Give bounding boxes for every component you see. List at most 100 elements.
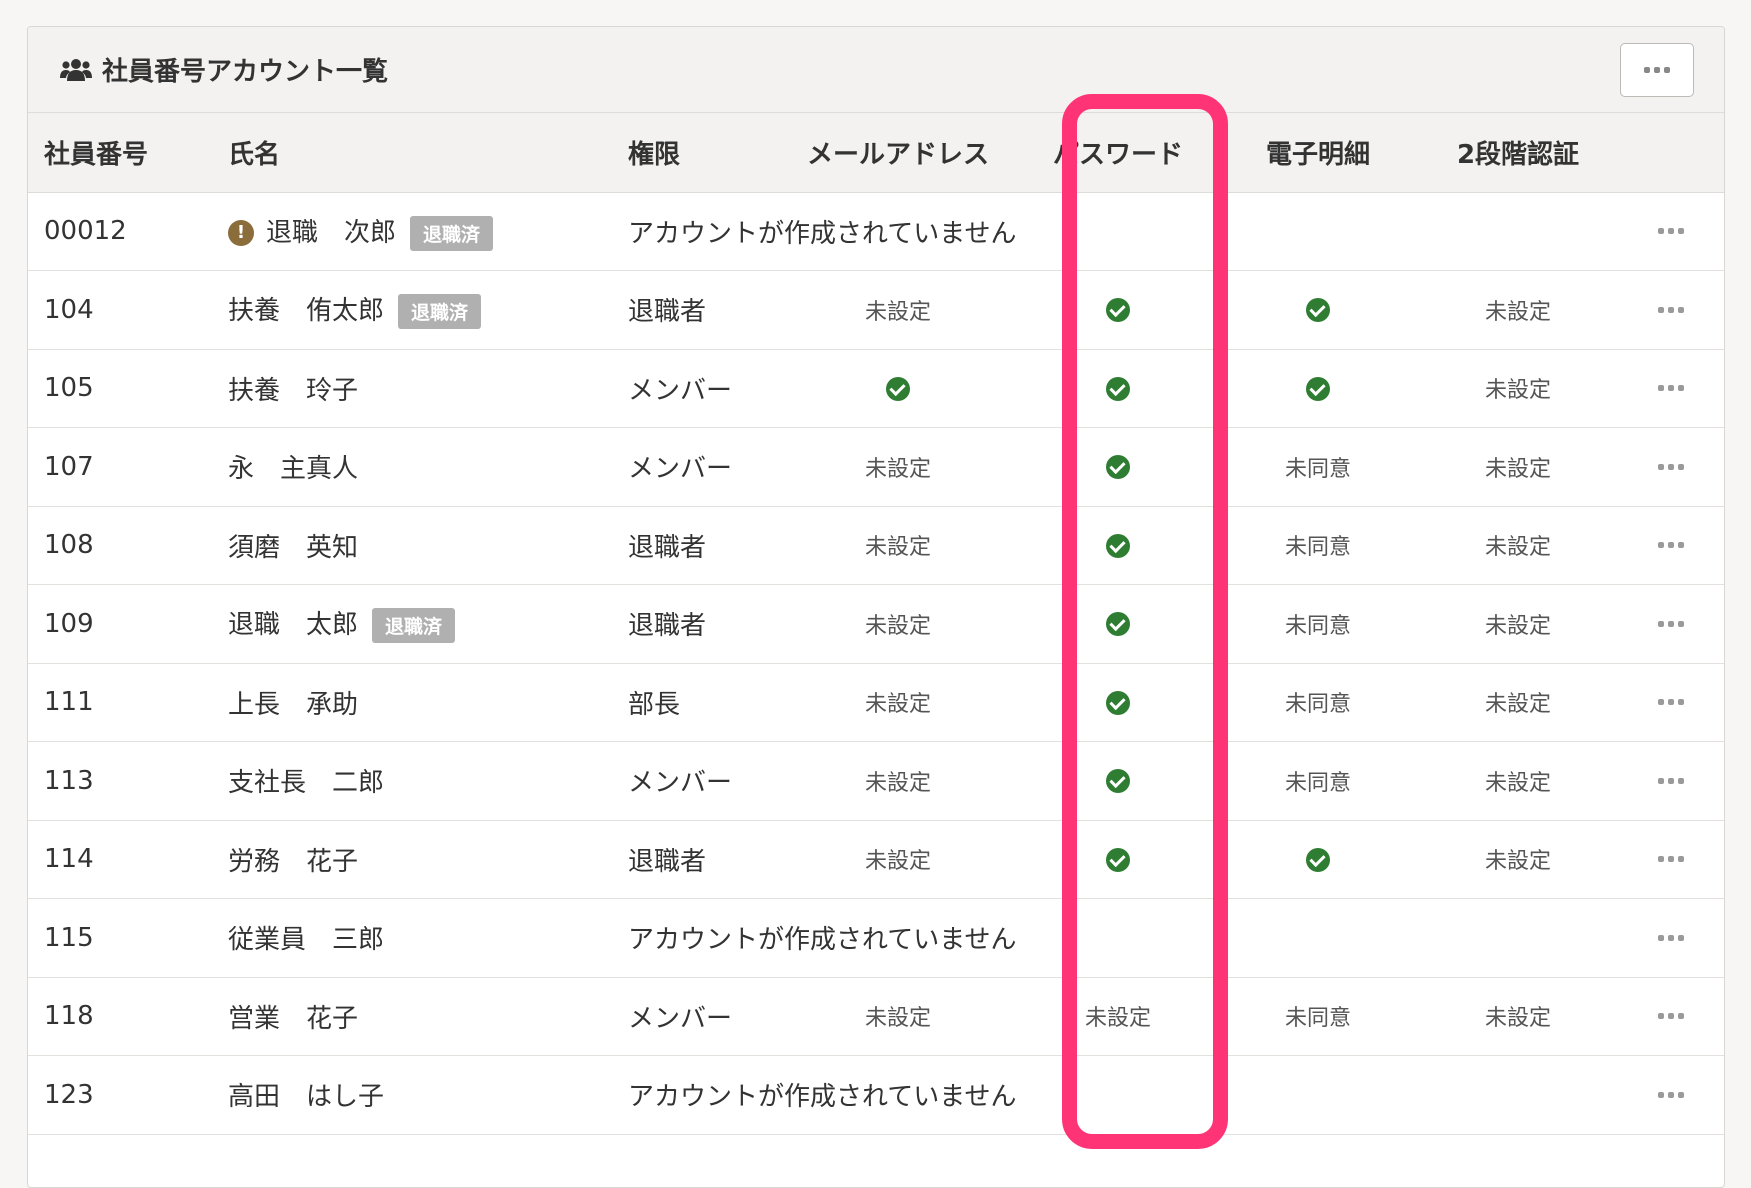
check-icon xyxy=(1306,376,1330,401)
row-menu-button[interactable] xyxy=(1618,977,1724,1056)
warning-icon: ! xyxy=(228,220,254,247)
row-menu-button[interactable] xyxy=(1618,428,1724,507)
employee-name: 従業員 三郎 xyxy=(228,925,385,956)
employee-id: 115 xyxy=(44,922,94,953)
row-menu-button[interactable] xyxy=(1618,271,1724,350)
check-icon xyxy=(1106,847,1130,872)
status-text: 未同意 xyxy=(1284,456,1351,482)
retired-badge: 退職済 xyxy=(372,608,456,644)
row-menu-button[interactable] xyxy=(1618,663,1724,742)
ellipsis-icon xyxy=(1618,934,1724,941)
employee-name: 支社長 二郎 xyxy=(228,768,385,799)
email-status: 未設定 xyxy=(778,742,1018,821)
employee-name: 労務 花子 xyxy=(228,846,359,877)
col-2fa[interactable]: 2段階認証 xyxy=(1418,113,1618,192)
password-status xyxy=(1018,742,1218,821)
status-text: 未同意 xyxy=(1284,613,1351,639)
table-row[interactable]: 113 支社長 二郎 メンバー 未設定 未同意 未設定 xyxy=(28,742,1724,821)
email-status: 未設定 xyxy=(778,977,1018,1056)
col-email[interactable]: メールアドレス xyxy=(778,113,1018,192)
col-name[interactable]: 氏名 xyxy=(228,113,628,192)
panel-menu-button[interactable] xyxy=(1620,43,1694,97)
table-row[interactable]: 123 高田 はし子 アカウントが作成されていません xyxy=(28,1056,1724,1135)
table-row[interactable]: 108 須磨 英知 退職者 未設定 未同意 未設定 xyxy=(28,506,1724,585)
employee-id: 107 xyxy=(44,451,94,482)
employee-name-cell: 扶養 玲子 xyxy=(228,349,628,428)
employee-id: 104 xyxy=(44,294,94,325)
row-menu-button[interactable] xyxy=(1618,899,1724,978)
status-text: 未設定 xyxy=(864,770,931,796)
ellipsis-icon xyxy=(1618,228,1724,235)
table-row[interactable]: 111 上長 承助 部長 未設定 未同意 未設定 xyxy=(28,663,1724,742)
accounts-table: 社員番号 氏名 権限 メールアドレス パスワード 電子明細 2段階認証 0001… xyxy=(28,113,1724,1135)
col-employee-id[interactable]: 社員番号 xyxy=(28,113,228,192)
status-text: 未同意 xyxy=(1284,1006,1351,1032)
col-role[interactable]: 権限 xyxy=(628,113,778,192)
table-row[interactable]: 107 永 主真人 メンバー 未設定 未同意 未設定 xyxy=(28,428,1724,507)
employee-name-cell: 営業 花子 xyxy=(228,977,628,1056)
employee-id: 00012 xyxy=(44,216,127,247)
row-menu-button[interactable] xyxy=(1618,1056,1724,1135)
status-text: 未設定 xyxy=(1484,456,1551,482)
check-icon xyxy=(1106,376,1130,401)
status-text: 未設定 xyxy=(864,299,931,325)
row-menu-button[interactable] xyxy=(1618,192,1724,271)
table-row[interactable]: 118 営業 花子 メンバー 未設定 未設定 未同意 未設定 xyxy=(28,977,1724,1056)
col-password[interactable]: パスワード xyxy=(1018,113,1218,192)
table-row[interactable]: 105 扶養 玲子 メンバー 未設定 xyxy=(28,349,1724,428)
email-status: 未設定 xyxy=(778,506,1018,585)
row-menu-button[interactable] xyxy=(1618,506,1724,585)
role: 退職者 xyxy=(628,611,707,642)
role: メンバー xyxy=(628,375,733,406)
table-row[interactable]: 104 扶養 侑太郎 退職済 退職者 未設定 未設定 xyxy=(28,271,1724,350)
email-status xyxy=(778,349,1018,428)
employee-name: 営業 花子 xyxy=(228,1003,359,1034)
row-menu-button[interactable] xyxy=(1618,742,1724,821)
status-text: 未設定 xyxy=(864,849,931,875)
row-menu-button[interactable] xyxy=(1618,820,1724,899)
check-icon xyxy=(1106,298,1130,323)
payslip-status: 未同意 xyxy=(1218,506,1418,585)
status-text: 未同意 xyxy=(1284,535,1351,561)
status-text: 未設定 xyxy=(864,692,931,718)
email-status: 未設定 xyxy=(778,820,1018,899)
payslip-status xyxy=(1218,271,1418,350)
employee-name: 扶養 玲子 xyxy=(228,375,359,406)
2fa-status: 未設定 xyxy=(1418,271,1618,350)
table-row[interactable]: 00012! 退職 次郎 退職済 アカウントが作成されていません xyxy=(28,192,1724,271)
password-status: 未設定 xyxy=(1018,977,1218,1056)
no-account-text: アカウントが作成されていません xyxy=(628,925,1017,956)
status-text: 未設定 xyxy=(864,613,931,639)
employee-id: 123 xyxy=(44,1079,94,1110)
ellipsis-icon xyxy=(1618,1091,1724,1098)
check-icon xyxy=(1306,298,1330,323)
employee-id: 111 xyxy=(44,687,94,718)
table-row[interactable]: 109 退職 太郎 退職済 退職者 未設定 未同意 未設定 xyxy=(28,585,1724,664)
ellipsis-icon xyxy=(1618,306,1724,313)
employee-name: 高田 はし子 xyxy=(228,1082,385,1113)
status-text: 未設定 xyxy=(1484,849,1551,875)
row-menu-button[interactable] xyxy=(1618,585,1724,664)
email-status: 未設定 xyxy=(778,585,1018,664)
email-status: 未設定 xyxy=(778,663,1018,742)
email-status: 未設定 xyxy=(778,428,1018,507)
status-text: 未設定 xyxy=(1484,692,1551,718)
row-menu-button[interactable] xyxy=(1618,349,1724,428)
ellipsis-icon xyxy=(1618,699,1724,706)
2fa-status: 未設定 xyxy=(1418,349,1618,428)
role: 部長 xyxy=(628,689,681,720)
payslip-status xyxy=(1218,349,1418,428)
no-account-text: アカウントが作成されていません xyxy=(628,1082,1017,1113)
users-icon xyxy=(60,58,92,81)
role: 退職者 xyxy=(628,297,707,328)
col-payslip[interactable]: 電子明細 xyxy=(1218,113,1418,192)
2fa-status: 未設定 xyxy=(1418,977,1618,1056)
role: メンバー xyxy=(628,454,733,485)
status-text: 未設定 xyxy=(1484,1006,1551,1032)
table-row[interactable]: 114 労務 花子 退職者 未設定 未設定 xyxy=(28,820,1724,899)
password-status xyxy=(1018,663,1218,742)
employee-name-cell: ! 退職 次郎 退職済 xyxy=(228,192,628,271)
table-row[interactable]: 115 従業員 三郎 アカウントが作成されていません xyxy=(28,899,1724,978)
2fa-status: 未設定 xyxy=(1418,585,1618,664)
ellipsis-icon xyxy=(1618,856,1724,863)
